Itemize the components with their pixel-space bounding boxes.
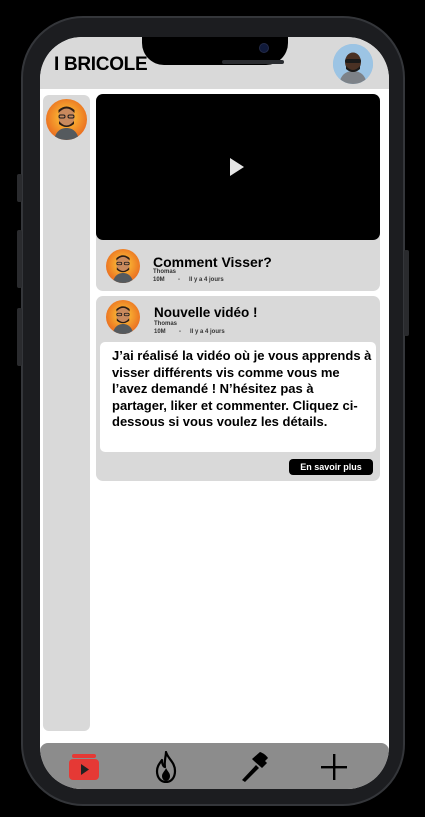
post-title: Nouvelle vidéo ! — [154, 305, 258, 320]
play-icon[interactable] — [230, 158, 244, 176]
post-author-avatar[interactable] — [106, 300, 140, 334]
front-camera — [259, 43, 269, 53]
post-time: Il y a 4 jours — [190, 329, 225, 335]
video-play-icon — [69, 754, 99, 780]
app-title: I BRICOLE — [54, 54, 148, 75]
bottom-tab-bar — [40, 743, 389, 789]
volume-up-button — [17, 230, 22, 288]
mute-switch — [17, 174, 22, 202]
video-separator: - — [178, 277, 180, 283]
post-card: Nouvelle vidéo ! Thomas 10M - Il y a 4 j… — [96, 296, 380, 481]
video-author: Thomas — [153, 269, 177, 275]
post-text: J’ai réalisé la vidéo où je vous apprend… — [112, 348, 372, 429]
hammer-icon — [242, 752, 268, 782]
plus-icon — [321, 754, 347, 780]
video-views: 10M — [153, 277, 165, 283]
video-time: Il y a 4 jours — [189, 277, 224, 283]
post-body: J’ai réalisé la vidéo où je vous apprend… — [100, 342, 376, 452]
tab-tools[interactable] — [237, 751, 271, 783]
video-card[interactable]: Comment Visser? Thomas 10M - Il y a 4 jo… — [96, 94, 380, 291]
volume-down-button — [17, 308, 22, 366]
profile-avatar[interactable] — [333, 44, 373, 84]
post-separator: - — [179, 329, 181, 335]
post-views: 10M — [154, 329, 166, 335]
post-author: Thomas — [154, 321, 178, 327]
sidebar — [43, 95, 90, 731]
power-button — [404, 250, 409, 336]
tab-add[interactable] — [317, 751, 351, 783]
app-screen: I BRICOLE Comment Visser? Thomas 10M - I… — [40, 37, 389, 789]
sidebar-avatar[interactable] — [46, 99, 87, 140]
tab-videos[interactable] — [67, 751, 101, 783]
video-title[interactable]: Comment Visser? — [153, 254, 272, 270]
video-author-avatar[interactable] — [106, 249, 140, 283]
earpiece-speaker — [222, 60, 284, 64]
learn-more-button[interactable]: En savoir plus — [289, 459, 373, 475]
tab-trending[interactable] — [149, 751, 183, 783]
video-player[interactable] — [96, 94, 380, 240]
fire-icon — [155, 751, 177, 783]
